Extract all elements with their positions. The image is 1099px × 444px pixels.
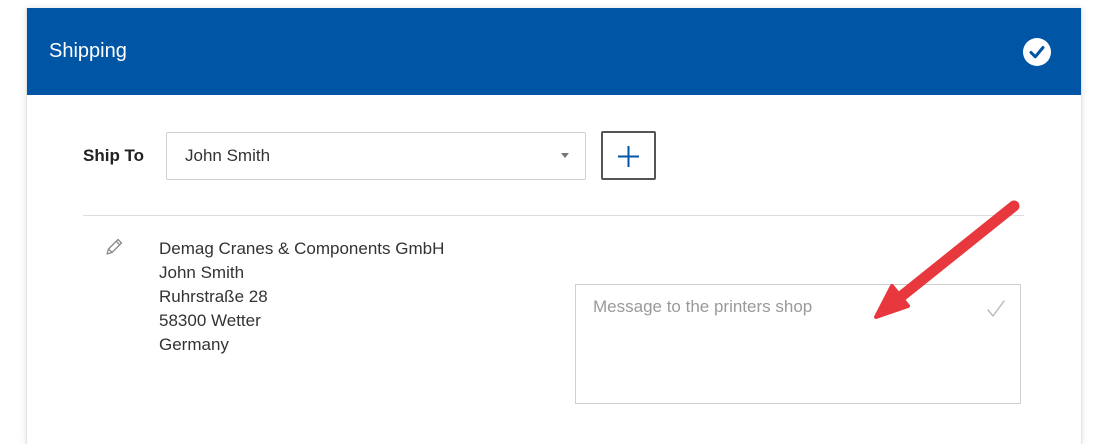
- message-input[interactable]: [576, 285, 1020, 403]
- chevron-down-icon: [561, 153, 569, 158]
- panel-header[interactable]: Shipping: [27, 8, 1081, 95]
- add-address-button[interactable]: [601, 131, 656, 180]
- address-line-country: Germany: [159, 335, 229, 354]
- check-circle-icon: [1023, 38, 1051, 66]
- plus-icon: [618, 146, 639, 167]
- ship-to-select[interactable]: John Smith: [166, 132, 586, 180]
- divider: [83, 215, 1024, 216]
- address-line-city: 58300 Wetter: [159, 311, 261, 330]
- address-line-street: Ruhrstraße 28: [159, 287, 268, 306]
- shipping-address: Demag Cranes & Components GmbH John Smit…: [159, 237, 444, 357]
- shipping-panel: Shipping Ship To John Smith Demag Cranes…: [26, 8, 1082, 444]
- checkmark-icon: [986, 299, 1006, 324]
- ship-to-selected-value: John Smith: [185, 146, 271, 165]
- ship-to-label: Ship To: [83, 146, 145, 165]
- pencil-icon[interactable]: [103, 236, 125, 263]
- screen: Shipping Ship To John Smith Demag Cranes…: [0, 0, 1099, 444]
- panel-title: Shipping: [49, 40, 127, 62]
- address-line-company: Demag Cranes & Components GmbH: [159, 239, 445, 258]
- address-line-name: John Smith: [159, 263, 245, 282]
- message-field: [575, 284, 1021, 404]
